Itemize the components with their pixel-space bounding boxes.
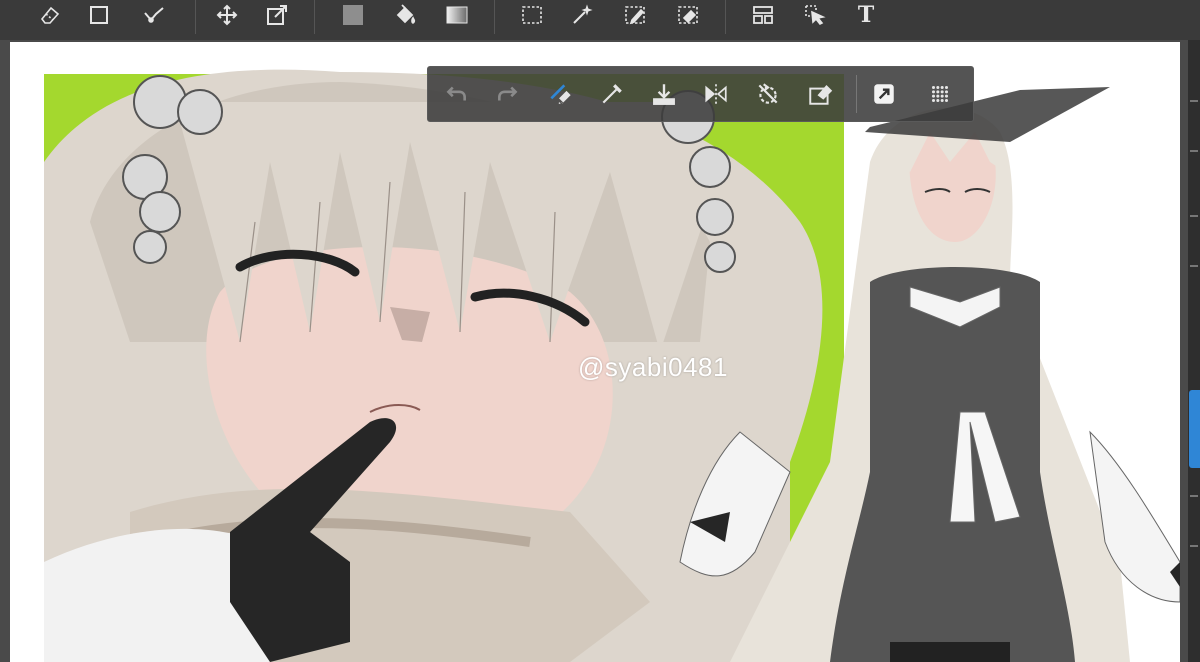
- transform-arrow-icon[interactable]: [868, 78, 900, 110]
- quick-access-bar: [427, 66, 974, 122]
- rectangle-tool-icon[interactable]: [84, 2, 114, 28]
- magic-wand-icon[interactable]: [567, 2, 597, 28]
- operation-tool-icon[interactable]: [800, 2, 830, 28]
- undo-icon[interactable]: [440, 78, 472, 110]
- move-tool-icon[interactable]: [212, 2, 242, 28]
- flip-horizontal-icon[interactable]: [700, 78, 732, 110]
- active-panel-tab[interactable]: [1189, 390, 1200, 468]
- drawing-canvas[interactable]: @syabi0481: [10, 42, 1180, 662]
- selection-rect-icon[interactable]: [517, 2, 547, 28]
- correct-line-tool-icon[interactable]: [139, 2, 169, 28]
- panel-handle: [1190, 495, 1198, 497]
- save-download-icon[interactable]: [648, 78, 680, 110]
- eraser-tool-icon[interactable]: [35, 2, 65, 28]
- brush-eraser-toggle-icon[interactable]: [544, 78, 576, 110]
- bucket-fill-icon[interactable]: [390, 2, 420, 28]
- clear-layer-icon[interactable]: [804, 78, 836, 110]
- rotate-reset-icon[interactable]: [752, 78, 784, 110]
- panel-handle: [1190, 545, 1198, 547]
- grid-menu-icon[interactable]: [924, 78, 956, 110]
- redo-icon[interactable]: [492, 78, 524, 110]
- panel-handle: [1190, 265, 1198, 267]
- watermark-text: @syabi0481: [578, 352, 728, 382]
- color-swatch-icon[interactable]: [338, 2, 368, 28]
- workspace: @syabi0481: [0, 40, 1188, 662]
- text-tool-icon[interactable]: T: [851, 2, 881, 28]
- transform-tool-icon[interactable]: [262, 2, 292, 28]
- panel-handle: [1190, 100, 1198, 102]
- main-toolbar: T: [0, 0, 1200, 34]
- gradient-icon[interactable]: [442, 2, 472, 28]
- side-panel-edge[interactable]: [1188, 40, 1200, 662]
- selection-eraser-icon[interactable]: [673, 2, 703, 28]
- eyedropper-icon[interactable]: [596, 78, 628, 110]
- selection-pen-icon[interactable]: [620, 2, 650, 28]
- frame-divider-icon[interactable]: [748, 2, 778, 28]
- panel-handle: [1190, 150, 1198, 152]
- panel-handle: [1190, 215, 1198, 217]
